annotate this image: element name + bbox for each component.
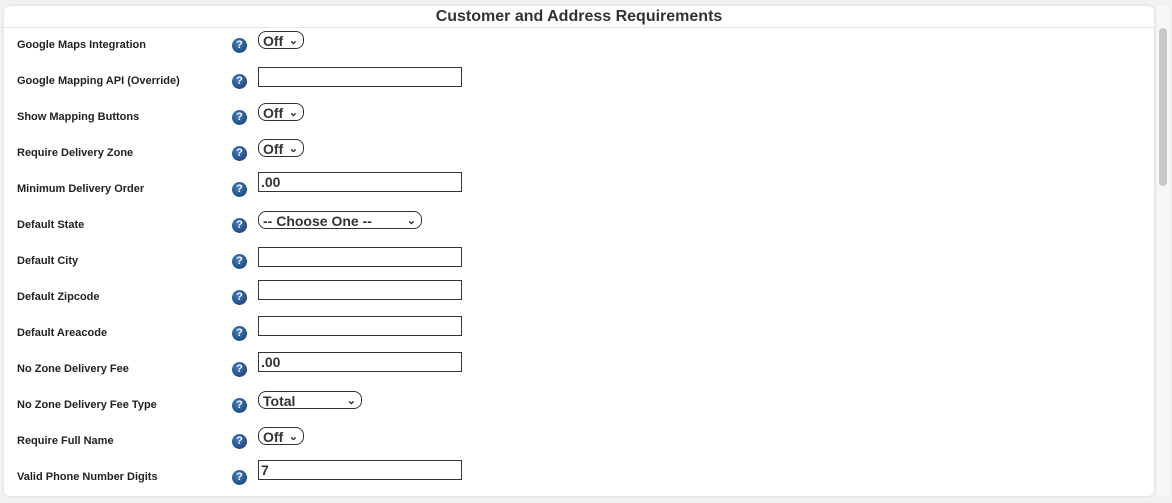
help-icon[interactable]: ? [232, 110, 247, 125]
valid-phone-number-digits-input[interactable]: 7 [258, 460, 462, 480]
label-minimum-delivery-order: Minimum Delivery Order [17, 183, 145, 195]
label-valid-phone-number-digits: Valid Phone Number Digits [17, 471, 158, 483]
row-google-mapping-api: Google Mapping API (Override) ? [4, 63, 1154, 99]
row-require-full-name: Require Full Name ? Off ⌄ [4, 423, 1154, 459]
help-icon[interactable]: ? [232, 398, 247, 413]
help-icon[interactable]: ? [232, 326, 247, 341]
label-show-mapping-buttons: Show Mapping Buttons [17, 111, 140, 123]
label-require-delivery-zone: Require Delivery Zone [17, 147, 134, 159]
row-valid-phone-number-digits: Valid Phone Number Digits ? 7 [4, 459, 1154, 495]
google-maps-integration-select[interactable]: Off ⌄ [258, 31, 304, 49]
row-minimum-delivery-order: Minimum Delivery Order ? .00 [4, 171, 1154, 207]
show-mapping-buttons-select[interactable]: Off ⌄ [258, 103, 304, 121]
no-zone-delivery-fee-type-select[interactable]: Total ⌄ [258, 391, 362, 409]
help-icon[interactable]: ? [232, 218, 247, 233]
help-icon[interactable]: ? [232, 182, 247, 197]
label-default-city: Default City [17, 255, 79, 267]
row-default-state: Default State ? -- Choose One -- ⌄ [4, 207, 1154, 243]
panel-title: Customer and Address Requirements [435, 8, 723, 25]
select-value: Off [263, 105, 284, 121]
minimum-delivery-order-input[interactable]: .00 [258, 172, 462, 192]
help-icon[interactable]: ? [232, 470, 247, 485]
chevron-down-icon: ⌄ [346, 395, 356, 407]
require-full-name-select[interactable]: Off ⌄ [258, 427, 304, 445]
default-areacode-input[interactable] [258, 316, 462, 336]
label-default-areacode: Default Areacode [17, 327, 108, 339]
row-no-zone-delivery-fee-type: No Zone Delivery Fee Type ? Total ⌄ [4, 387, 1154, 423]
label-google-mapping-api: Google Mapping API (Override) [17, 75, 180, 87]
row-default-zipcode: Default Zipcode ? [4, 279, 1154, 315]
help-icon[interactable]: ? [232, 38, 247, 53]
label-default-state: Default State [17, 219, 85, 231]
no-zone-delivery-fee-input[interactable]: .00 [258, 352, 462, 372]
label-no-zone-delivery-fee-type: No Zone Delivery Fee Type [17, 399, 157, 411]
help-icon[interactable]: ? [232, 254, 247, 269]
chevron-down-icon: ⌄ [288, 143, 298, 155]
chevron-down-icon: ⌄ [406, 215, 416, 227]
label-no-zone-delivery-fee: No Zone Delivery Fee [17, 363, 129, 375]
chevron-down-icon: ⌄ [288, 107, 298, 119]
select-value: -- Choose One -- [263, 213, 372, 229]
scrollbar-thumb[interactable] [1159, 28, 1167, 186]
help-icon[interactable]: ? [232, 290, 247, 305]
help-icon[interactable]: ? [232, 146, 247, 161]
row-default-areacode: Default Areacode ? [4, 315, 1154, 351]
default-city-input[interactable] [258, 247, 462, 267]
row-show-mapping-buttons: Show Mapping Buttons ? Off ⌄ [4, 99, 1154, 135]
chevron-down-icon: ⌄ [288, 431, 298, 443]
help-icon[interactable]: ? [232, 362, 247, 377]
select-value: Off [263, 141, 284, 157]
default-state-select[interactable]: -- Choose One -- ⌄ [258, 211, 422, 229]
label-google-maps-integration: Google Maps Integration [17, 39, 146, 51]
require-delivery-zone-select[interactable]: Off ⌄ [258, 139, 304, 157]
row-default-city: Default City ? [4, 243, 1154, 279]
select-value: Off [263, 33, 284, 49]
label-require-full-name: Require Full Name [17, 435, 114, 447]
row-google-maps-integration: Google Maps Integration ? Off ⌄ [4, 27, 1154, 63]
google-mapping-api-input[interactable] [258, 67, 462, 87]
select-value: Total [263, 393, 296, 409]
help-icon[interactable]: ? [232, 434, 247, 449]
vertical-scrollbar[interactable] [1157, 6, 1169, 496]
settings-panel: Customer and Address Requirements Google… [4, 6, 1154, 496]
row-no-zone-delivery-fee: No Zone Delivery Fee ? .00 [4, 351, 1154, 387]
label-default-zipcode: Default Zipcode [17, 291, 100, 303]
default-zipcode-input[interactable] [258, 280, 462, 300]
row-require-delivery-zone: Require Delivery Zone ? Off ⌄ [4, 135, 1154, 171]
chevron-down-icon: ⌄ [288, 35, 298, 47]
select-value: Off [263, 429, 284, 445]
help-icon[interactable]: ? [232, 74, 247, 89]
